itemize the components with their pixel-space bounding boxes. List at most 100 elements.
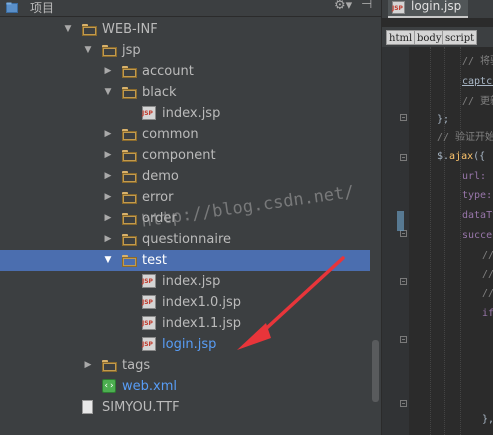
- fold-marker[interactable]: [400, 154, 407, 161]
- tree-item-index-jsp[interactable]: JSP index.jsp: [0, 103, 370, 124]
- editor-tab-label: login.jsp: [411, 0, 462, 13]
- tree-item-label: questionnaire: [142, 232, 232, 247]
- fold-marker[interactable]: [400, 230, 407, 237]
- tree-item-common[interactable]: ▶ common: [0, 124, 370, 145]
- fold-marker[interactable]: [400, 114, 407, 121]
- fold-marker[interactable]: [400, 400, 407, 407]
- jsp-file-icon: JSP: [142, 337, 156, 351]
- editor-tab-login-jsp[interactable]: JSP login.jsp: [388, 0, 468, 18]
- fold-marker[interactable]: [400, 336, 407, 343]
- chevron-down-icon[interactable]: ▼: [102, 82, 114, 103]
- breadcrumb: html body script: [382, 27, 493, 47]
- code-token: url:: [462, 171, 493, 182]
- chevron-right-icon[interactable]: ▶: [102, 124, 114, 145]
- jsp-file-icon: JSP: [142, 274, 156, 288]
- chevron-right-icon[interactable]: ▶: [102, 166, 114, 187]
- tree-item-label: jsp: [122, 43, 141, 58]
- project-icon: [6, 2, 18, 13]
- folder-icon: [122, 150, 137, 162]
- code-line: url:: [462, 167, 492, 186]
- code-token: ({: [473, 151, 486, 162]
- code-line: // 更新: [462, 92, 493, 111]
- tree-item-black[interactable]: ▼ black: [0, 82, 370, 103]
- code-token: ajax: [449, 151, 474, 162]
- tree-item-label: error: [142, 190, 174, 205]
- folder-icon: [122, 213, 137, 225]
- tree-item-label: index1.1.jsp: [162, 316, 242, 331]
- code-line: if: [482, 304, 493, 323]
- code-token: if: [482, 308, 493, 319]
- code-line: };: [437, 110, 449, 129]
- tree-item-label: common: [142, 127, 199, 142]
- tree-item-label: index.jsp: [162, 274, 221, 289]
- chevron-right-icon[interactable]: ▶: [102, 208, 114, 229]
- tree-item-label: black: [142, 85, 177, 100]
- tree-item-index-jsp[interactable]: JSP index.jsp: [0, 271, 370, 292]
- folder-icon: [122, 255, 137, 267]
- editor-panel: JSP login.jsp html body script // 将验 capt…: [381, 0, 493, 435]
- tree-item-label: SIMYOU.TTF: [102, 400, 180, 415]
- fold-marker[interactable]: [400, 278, 407, 285]
- breadcrumb-html[interactable]: html: [386, 30, 416, 45]
- tree-item-tags[interactable]: ▶ tags: [0, 355, 370, 376]
- tree-item-simyou-ttf[interactable]: SIMYOU.TTF: [0, 397, 370, 418]
- code-token: //: [482, 288, 493, 299]
- tree-item-jsp[interactable]: ▼ jsp: [0, 40, 370, 61]
- tree-item-label: demo: [142, 169, 179, 184]
- tree-item-index1-0-jsp[interactable]: JSP index1.0.jsp: [0, 292, 370, 313]
- tree-item-label: tags: [122, 358, 151, 373]
- code-line: //: [482, 284, 493, 303]
- tree-item-questionnaire[interactable]: ▶ questionnaire: [0, 229, 370, 250]
- gear-icon[interactable]: ⚙▾: [334, 0, 352, 13]
- code-token: // 验证开始: [437, 132, 493, 143]
- editor-gutter: [382, 47, 409, 435]
- code-line: // 将验: [462, 52, 493, 71]
- code-line: //: [482, 246, 493, 265]
- chevron-down-icon[interactable]: ▼: [102, 250, 114, 271]
- chevron-right-icon[interactable]: ▶: [102, 229, 114, 250]
- tree-item-label: test: [142, 253, 167, 268]
- code-line: // 验证开始: [437, 128, 493, 147]
- tree-item-label: index.jsp: [162, 106, 221, 121]
- editor-tabbar: JSP login.jsp: [382, 0, 493, 18]
- code-token: //: [482, 250, 493, 261]
- breadcrumb-script[interactable]: script: [442, 30, 478, 45]
- hide-panel-icon[interactable]: ⊣: [361, 0, 372, 12]
- code-token: // 更新: [462, 96, 493, 107]
- code-line: $.ajax({: [437, 147, 485, 166]
- chevron-right-icon[interactable]: ▶: [102, 145, 114, 166]
- jsp-file-icon: JSP: [392, 1, 405, 14]
- tree-item-account[interactable]: ▶ account: [0, 61, 370, 82]
- code-line: dataTy: [462, 206, 493, 225]
- tree-item-web-inf[interactable]: ▼ WEB-INF: [0, 19, 370, 40]
- tree-item-label: component: [142, 148, 216, 163]
- chevron-right-icon[interactable]: ▶: [82, 355, 94, 376]
- tree-item-test[interactable]: ▼ test: [0, 250, 370, 271]
- chevron-down-icon[interactable]: ▼: [82, 40, 94, 61]
- tree-item-label: account: [142, 64, 194, 79]
- tree-item-web-xml[interactable]: ‹› web.xml: [0, 376, 370, 397]
- scrollbar-thumb[interactable]: [372, 340, 379, 402]
- breadcrumb-body[interactable]: body: [414, 30, 445, 45]
- tree-item-demo[interactable]: ▶ demo: [0, 166, 370, 187]
- folder-icon: [122, 192, 137, 204]
- folder-icon: [102, 45, 117, 57]
- code-token: type:: [462, 190, 493, 201]
- tree-item-label: web.xml: [122, 379, 177, 394]
- folder-icon: [82, 24, 97, 36]
- chevron-right-icon[interactable]: ▶: [102, 187, 114, 208]
- jsp-file-icon: JSP: [142, 106, 156, 120]
- chevron-down-icon[interactable]: ▼: [62, 19, 74, 40]
- code-token: dataTy: [462, 210, 493, 221]
- tree-item-index1-1-jsp[interactable]: JSP index1.1.jsp: [0, 313, 370, 334]
- change-marker: [397, 211, 404, 231]
- tree-item-label: WEB-INF: [102, 22, 158, 37]
- code-line: succes: [462, 226, 493, 245]
- tree-item-label: login.jsp: [162, 337, 217, 352]
- chevron-right-icon[interactable]: ▶: [102, 61, 114, 82]
- code-line: //: [482, 265, 493, 284]
- folder-icon: [122, 234, 137, 246]
- tree-item-login-jsp[interactable]: JSP login.jsp: [0, 334, 370, 355]
- code-token: };: [437, 114, 450, 125]
- tree-item-component[interactable]: ▶ component: [0, 145, 370, 166]
